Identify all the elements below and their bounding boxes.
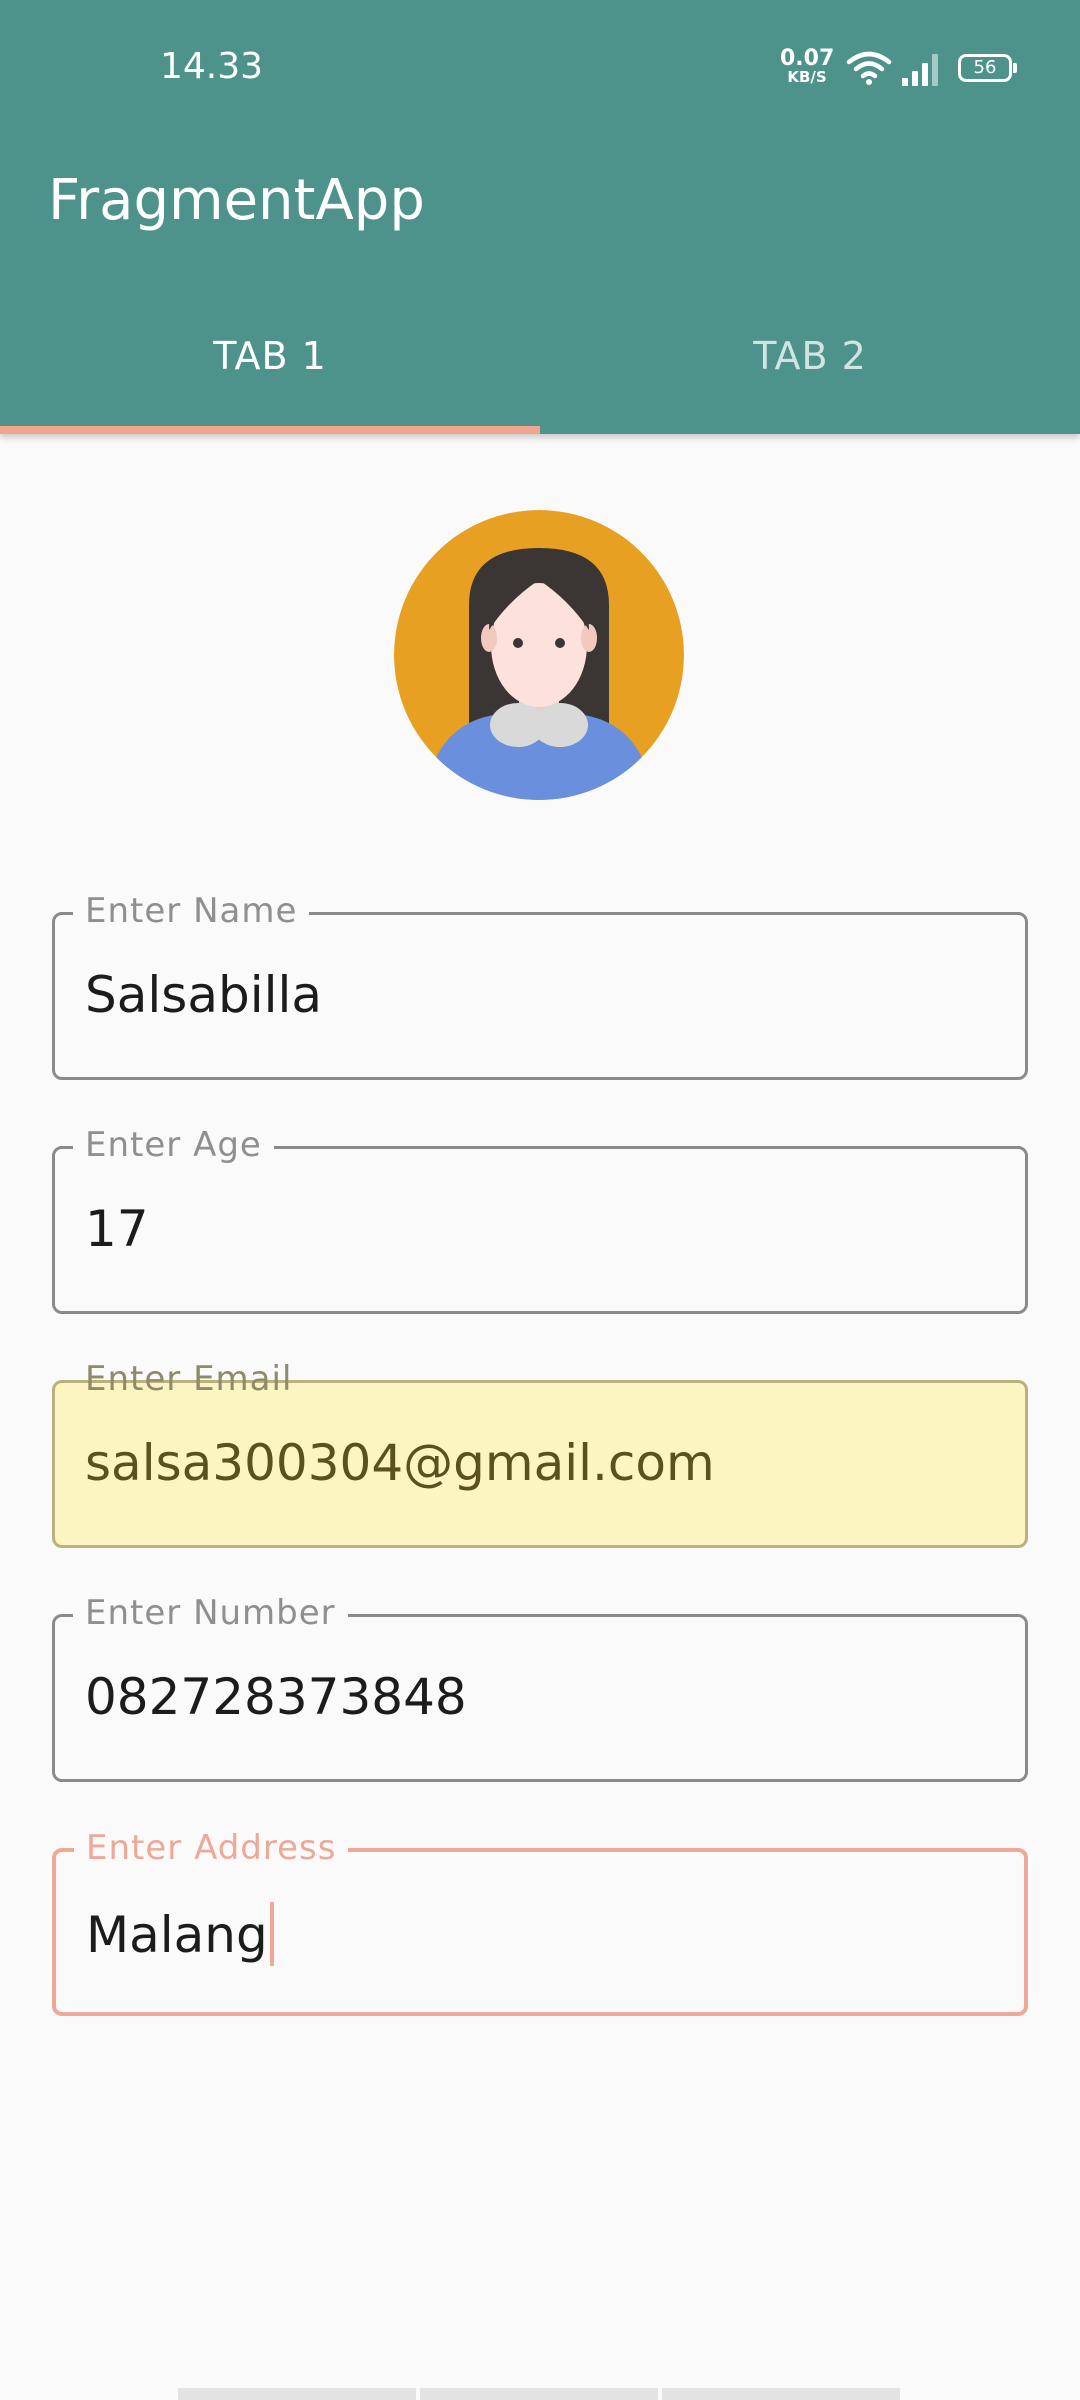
tab-2[interactable]: TAB 2: [540, 334, 1080, 378]
avatar: [394, 510, 684, 800]
app-bar: 14.33 0.07 KB/S 56 FragmentApp TAB 1 TAB…: [0, 0, 1080, 434]
address-field[interactable]: Enter Address Malang: [52, 1828, 1028, 2016]
email-field[interactable]: Enter Email salsa300304@gmail.com: [52, 1359, 1028, 1548]
nav-bar-segment: [420, 2388, 658, 2400]
wifi-icon: [846, 51, 892, 85]
age-field-label: Enter Age: [73, 1125, 274, 1165]
network-speed: 0.07 KB/S: [780, 48, 834, 85]
app-title: FragmentApp: [48, 168, 425, 233]
status-time: 14.33: [160, 46, 264, 87]
age-field[interactable]: Enter Age 17: [52, 1125, 1028, 1314]
signal-icon: [902, 54, 938, 86]
name-field-label: Enter Name: [73, 891, 310, 931]
age-field-value: 17: [85, 1200, 149, 1258]
number-field-value: 082728373848: [85, 1668, 467, 1726]
text-cursor: [269, 1902, 274, 1966]
tab-indicator: [0, 426, 540, 434]
name-field[interactable]: Enter Name Salsabilla: [52, 891, 1028, 1080]
tab-1[interactable]: TAB 1: [0, 334, 540, 378]
number-field[interactable]: Enter Number 082728373848: [52, 1593, 1028, 1782]
nav-bar-segment: [662, 2388, 900, 2400]
address-field-value-wrap: Malang: [86, 1902, 274, 1966]
name-field-value: Salsabilla: [85, 966, 323, 1024]
email-field-label: Enter Email: [85, 1359, 293, 1399]
number-field-label: Enter Number: [73, 1593, 348, 1633]
network-speed-unit: KB/S: [787, 68, 827, 86]
network-speed-value: 0.07: [780, 46, 835, 71]
battery-icon: 56: [958, 54, 1017, 82]
address-field-label: Enter Address: [74, 1828, 349, 1868]
address-field-value: Malang: [86, 1906, 268, 1964]
email-field-value: salsa300304@gmail.com: [85, 1434, 715, 1492]
nav-bar-segment: [178, 2388, 416, 2400]
